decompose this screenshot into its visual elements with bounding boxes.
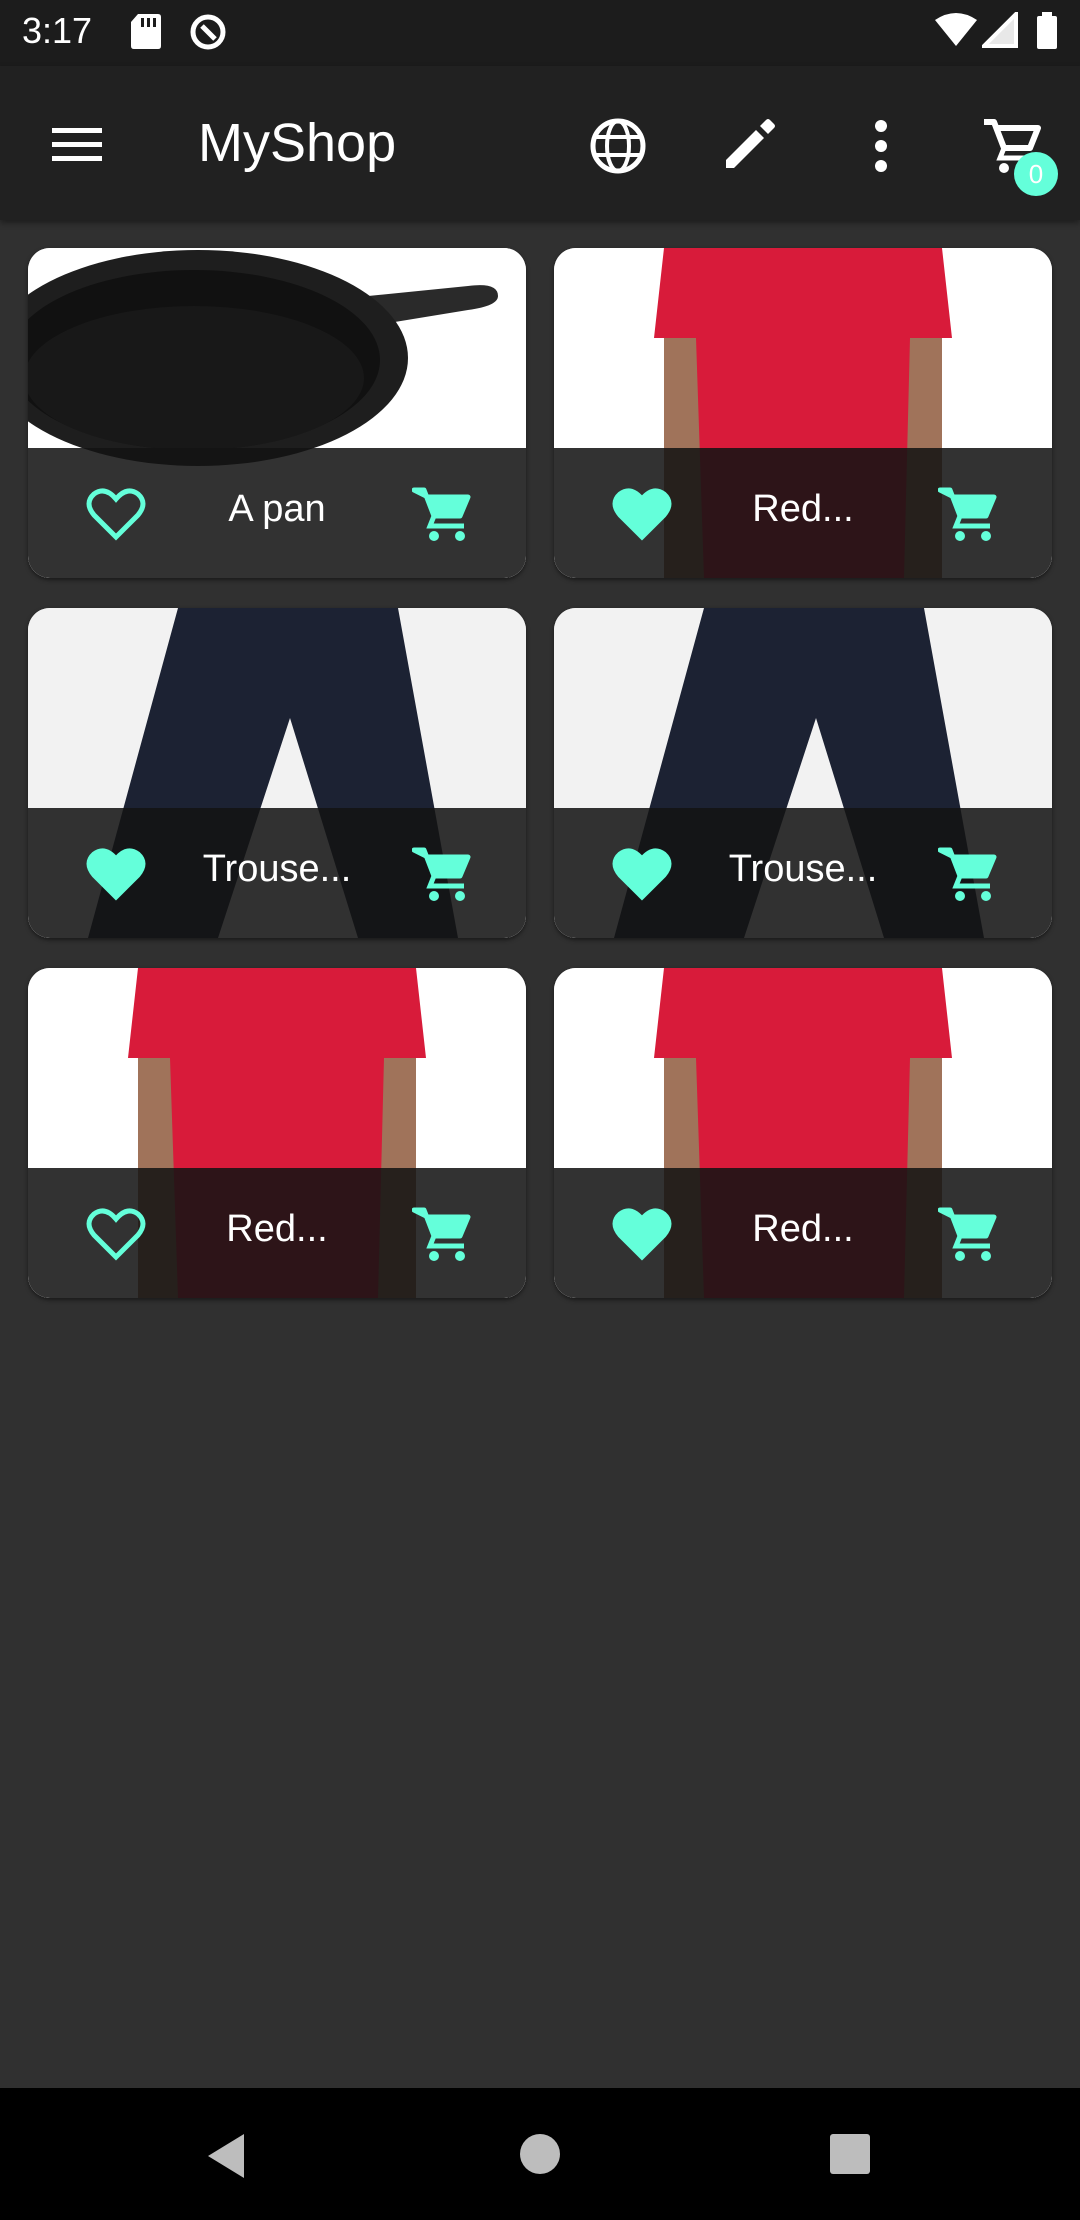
product-card-footer: A pan xyxy=(28,448,526,578)
product-card-footer: Red... xyxy=(28,1168,526,1298)
add-to-cart-icon[interactable] xyxy=(938,485,998,543)
product-card[interactable]: Red... xyxy=(554,968,1052,1298)
add-to-cart-icon[interactable] xyxy=(412,1205,472,1263)
favorite-filled-icon[interactable] xyxy=(612,847,672,901)
favorite-filled-icon[interactable] xyxy=(86,847,146,901)
back-icon[interactable] xyxy=(204,2132,248,2180)
product-card[interactable]: A pan xyxy=(28,248,526,578)
favorite-filled-icon[interactable] xyxy=(612,1207,672,1261)
recents-icon[interactable] xyxy=(828,2132,872,2176)
add-to-cart-icon[interactable] xyxy=(938,845,998,903)
product-name: Trouse... xyxy=(728,848,878,890)
system-nav-bar xyxy=(0,2088,1080,2220)
product-card-footer: Red... xyxy=(554,1168,1052,1298)
product-name: Red... xyxy=(226,1208,328,1250)
product-card-footer: Trouse... xyxy=(554,808,1052,938)
product-card-footer: Trouse... xyxy=(28,808,526,938)
product-name: Red... xyxy=(752,488,854,530)
product-card[interactable]: Red... xyxy=(554,248,1052,578)
product-card[interactable]: Trouse... xyxy=(554,608,1052,938)
product-card[interactable]: Trouse... xyxy=(28,608,526,938)
add-to-cart-icon[interactable] xyxy=(938,1205,998,1263)
product-name: Trouse... xyxy=(202,848,352,890)
add-to-cart-icon[interactable] xyxy=(412,845,472,903)
favorite-filled-icon[interactable] xyxy=(612,487,672,541)
product-name: A pan xyxy=(228,488,326,530)
favorite-outline-icon[interactable] xyxy=(86,487,146,541)
product-name: Red... xyxy=(752,1208,854,1250)
home-icon[interactable] xyxy=(518,2132,562,2176)
product-card[interactable]: Red... xyxy=(28,968,526,1298)
product-card-footer: Red... xyxy=(554,448,1052,578)
add-to-cart-icon[interactable] xyxy=(412,485,472,543)
product-grid: A pan Red... Trouse... Trouse... Red... … xyxy=(0,0,1080,1320)
favorite-outline-icon[interactable] xyxy=(86,1207,146,1261)
